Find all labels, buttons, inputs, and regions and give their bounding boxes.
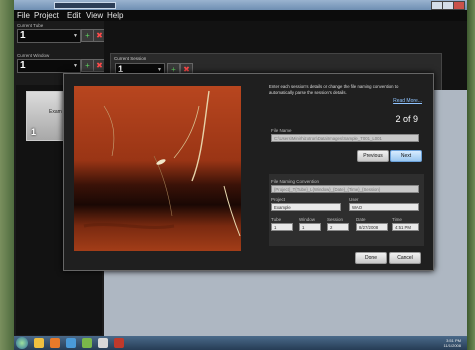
- current-session-label: Current Session: [114, 56, 147, 61]
- chevron-down-icon: ▼: [73, 33, 78, 39]
- current-window-select[interactable]: 1 ▼: [17, 59, 81, 73]
- thumbnail-number: 1: [31, 127, 37, 137]
- date-field[interactable]: 8/27/2008: [356, 223, 388, 231]
- session-field[interactable]: 2: [327, 223, 349, 231]
- next-button[interactable]: Next: [390, 150, 422, 162]
- system-clock: 3:51 PM 11/1/2008: [444, 338, 462, 348]
- date-label: Date: [356, 217, 366, 222]
- user-label: User: [349, 197, 359, 202]
- tube-label: Tube: [271, 217, 282, 222]
- menu-view[interactable]: View: [86, 11, 103, 20]
- instructions-text: Enter each session's details or change t…: [269, 84, 399, 95]
- current-tube-label: Current Tube: [17, 23, 44, 28]
- close-button[interactable]: [453, 1, 465, 10]
- tube-field[interactable]: 1: [271, 223, 293, 231]
- naming-convention-label: File Naming Convention: [271, 179, 320, 184]
- project-label: Project: [271, 197, 286, 202]
- plus-icon: +: [85, 31, 90, 40]
- monitor-bezel-left: [0, 0, 14, 350]
- app-icon[interactable]: [82, 338, 92, 348]
- x-icon: ✖: [96, 31, 103, 40]
- menu-bar: File Project Edit View Help: [14, 10, 467, 21]
- time-field[interactable]: 4:51 PM: [392, 223, 419, 231]
- time-label: Time: [392, 217, 402, 222]
- previous-button[interactable]: Previous: [357, 150, 389, 162]
- monitor-bezel-right: [467, 0, 475, 350]
- naming-convention-field[interactable]: {Project}_T{Tube}_L{Window}_{Date}_{Time…: [271, 185, 419, 193]
- root-image: [74, 86, 241, 251]
- media-icon[interactable]: [50, 338, 60, 348]
- image-counter: 2 of 9: [395, 114, 418, 124]
- current-window-label: Current Window: [17, 53, 50, 58]
- menu-project[interactable]: Project: [34, 11, 59, 20]
- file-name-field: C:\Users\Minirhizotron\Data\Images\Sampl…: [271, 134, 419, 142]
- menu-file[interactable]: File: [17, 11, 30, 20]
- thumbnail-label: Exam: [49, 109, 62, 115]
- menu-edit[interactable]: Edit: [67, 11, 81, 20]
- chevron-down-icon: ▼: [73, 63, 78, 69]
- naming-section: File Naming Convention {Project}_T{Tube}…: [269, 174, 424, 246]
- title-strip: [54, 2, 116, 9]
- window-titlebar: [14, 0, 467, 10]
- plus-icon: +: [85, 61, 90, 70]
- details-form: Enter each session's details or change t…: [269, 84, 424, 264]
- file-name-label: File Name: [271, 128, 292, 133]
- folder-icon[interactable]: [34, 338, 44, 348]
- session-label: Session: [327, 217, 344, 222]
- browser-icon[interactable]: [66, 338, 76, 348]
- screen: File Project Edit View Help Current Tube…: [14, 0, 467, 336]
- window-field[interactable]: 1: [299, 223, 321, 231]
- current-window-value: 1: [20, 60, 26, 71]
- x-icon: ✖: [96, 61, 103, 70]
- start-button[interactable]: [16, 337, 28, 349]
- cancel-button[interactable]: Cancel: [389, 252, 421, 264]
- document-icon[interactable]: [98, 338, 108, 348]
- session-details-dialog: Enter each session's details or change t…: [63, 73, 434, 271]
- project-field[interactable]: Example: [271, 203, 341, 211]
- clock-date: 11/1/2008: [443, 343, 462, 348]
- user-field[interactable]: WAO: [349, 203, 419, 211]
- window-label: Window: [299, 217, 316, 222]
- menu-help[interactable]: Help: [107, 11, 123, 20]
- done-button[interactable]: Done: [355, 252, 387, 264]
- taskbar: 3:51 PM 11/1/2008: [14, 336, 467, 350]
- pdf-icon[interactable]: [114, 338, 124, 348]
- current-tube-value: 1: [20, 30, 26, 41]
- read-more-link[interactable]: Read More...: [393, 98, 422, 104]
- current-tube-select[interactable]: 1 ▼: [17, 29, 81, 43]
